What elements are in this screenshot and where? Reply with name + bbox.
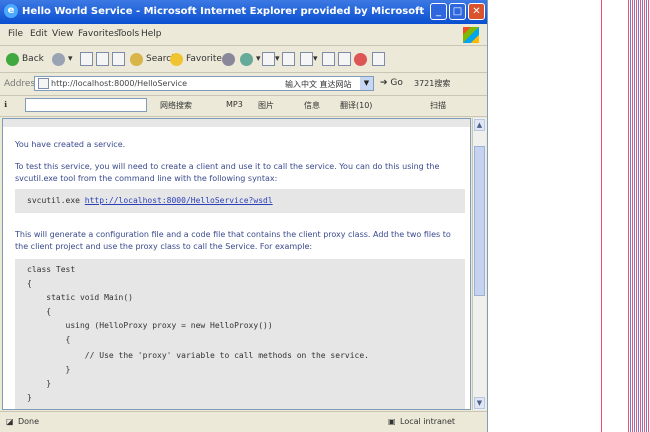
images-button[interactable]: 图片 [258, 100, 274, 111]
windows-logo-icon [463, 27, 479, 43]
vertical-scrollbar[interactable]: ▲ ▼ [472, 118, 486, 410]
research-icon [338, 52, 351, 66]
media-button[interactable] [222, 51, 238, 67]
mail-icon [262, 52, 275, 66]
research-button[interactable] [338, 51, 351, 67]
print-button[interactable] [282, 51, 295, 67]
go-button[interactable]: ➔ Go [380, 78, 403, 88]
page-icon [38, 78, 49, 89]
translate-button[interactable]: 翻译(10) [340, 100, 372, 111]
tools-button[interactable] [372, 51, 385, 67]
menu-favorites[interactable]: Favorites [78, 29, 119, 39]
messenger-icon [354, 52, 367, 66]
standard-toolbar: Back ▾ Search Favorites ▾ ▾ ▾ [0, 46, 487, 73]
refresh-icon [96, 52, 109, 66]
back-button[interactable]: Back [6, 51, 44, 67]
star-icon [170, 52, 183, 66]
scroll-down-icon[interactable]: ▼ [474, 397, 485, 409]
home-icon [112, 52, 125, 66]
search-toolbar-icon: ℹ [4, 100, 8, 109]
mp3-button[interactable]: MP3 [226, 100, 243, 109]
info-button[interactable]: 信息 [304, 100, 320, 111]
address-input[interactable]: http://localhost:8000/HelloService 输入中文 … [34, 76, 374, 91]
wsdl-link[interactable]: http://localhost:8000/HelloService?wsdl [85, 196, 273, 205]
code-line: static void Main() [27, 293, 133, 302]
forward-arrow-icon [52, 52, 65, 66]
browser-window: e Hello World Service - Microsoft Intern… [0, 0, 488, 432]
ie-logo-icon: e [4, 4, 18, 18]
code-line: using (HelloProxy proxy = new HelloProxy… [27, 321, 273, 330]
media-icon [222, 52, 235, 66]
menu-bar: File Edit View Favorites Tools Help [0, 25, 487, 46]
menu-tools[interactable]: Tools [117, 29, 139, 39]
back-arrow-icon [6, 52, 19, 66]
search-icon [130, 52, 143, 66]
menu-view[interactable]: View [52, 29, 73, 39]
maximize-button[interactable]: □ [449, 3, 466, 20]
menu-edit[interactable]: Edit [30, 29, 47, 39]
code-line: } [27, 393, 32, 402]
code-line: class Test [27, 265, 76, 274]
refresh-button[interactable] [96, 51, 109, 67]
right-stripe-artifact [488, 0, 650, 432]
code-sample-box: class Test { static void Main() { using … [15, 259, 465, 409]
cn-search-link[interactable]: 3721搜索 [414, 78, 450, 89]
command-box: svcutil.exe http://localhost:8000/HelloS… [15, 189, 465, 213]
window-title: Hello World Service - Microsoft Internet… [22, 6, 425, 17]
menu-file[interactable]: File [8, 29, 23, 39]
code-line: { [27, 335, 71, 344]
minimize-button[interactable]: _ [430, 3, 447, 20]
code-line: } [27, 379, 52, 388]
header-rule [3, 119, 470, 127]
instructions-text: To test this service, you will need to c… [15, 162, 440, 183]
print-icon [282, 52, 295, 66]
title-bar[interactable]: e Hello World Service - Microsoft Intern… [0, 0, 487, 24]
generate-text: This will generate a configuration file … [15, 230, 451, 251]
code-line: { [27, 307, 52, 316]
stop-button[interactable] [80, 51, 93, 67]
intro-text: You have created a service. [15, 140, 126, 149]
history-icon [240, 52, 253, 66]
address-bar: Address http://localhost:8000/HelloServi… [0, 73, 487, 96]
code-line: { [27, 279, 32, 288]
discuss-icon [322, 52, 335, 66]
messenger-button[interactable] [354, 51, 370, 67]
address-url: http://localhost:8000/HelloService [51, 79, 188, 88]
home-button[interactable] [112, 51, 125, 67]
edit-icon [300, 52, 313, 66]
edit-button[interactable]: ▾ [300, 51, 318, 67]
page-content: You have created a service. To test this… [2, 118, 471, 410]
zone-text: Local intranet [400, 417, 456, 426]
mail-button[interactable]: ▾ [262, 51, 280, 67]
zone-icon: ▣ [388, 417, 396, 426]
status-done-icon: ◪ [6, 417, 14, 426]
favorites-button[interactable]: Favorites [170, 51, 227, 67]
code-comment-line: // Use the 'proxy' variable to call meth… [27, 351, 369, 360]
web-search-button[interactable]: 网络搜索 [160, 100, 192, 111]
command-line: svcutil.exe http://localhost:8000/HelloS… [27, 196, 273, 205]
links-toolbar: ℹ 网络搜索 MP3 图片 信息 翻译(10) 扫描 [0, 96, 487, 117]
history-button[interactable]: ▾ [240, 51, 261, 67]
address-cn-hint: 输入中文 直达网站 [285, 80, 352, 89]
status-bar: ◪ Done ▣ Local intranet [0, 411, 487, 432]
code-line: } [27, 365, 71, 374]
close-button[interactable]: ✕ [468, 3, 485, 20]
discuss-button[interactable] [322, 51, 335, 67]
scan-button[interactable]: 扫描 [430, 100, 446, 111]
scroll-thumb[interactable] [474, 146, 485, 296]
menu-help[interactable]: Help [141, 29, 162, 39]
forward-button[interactable]: ▾ [52, 51, 73, 67]
status-text: Done [18, 417, 40, 426]
scroll-up-icon[interactable]: ▲ [474, 119, 485, 131]
tools-icon [372, 52, 385, 66]
toolbar-search-input[interactable] [25, 98, 147, 112]
chevron-down-icon[interactable]: ▼ [360, 77, 373, 90]
stop-icon [80, 52, 93, 66]
